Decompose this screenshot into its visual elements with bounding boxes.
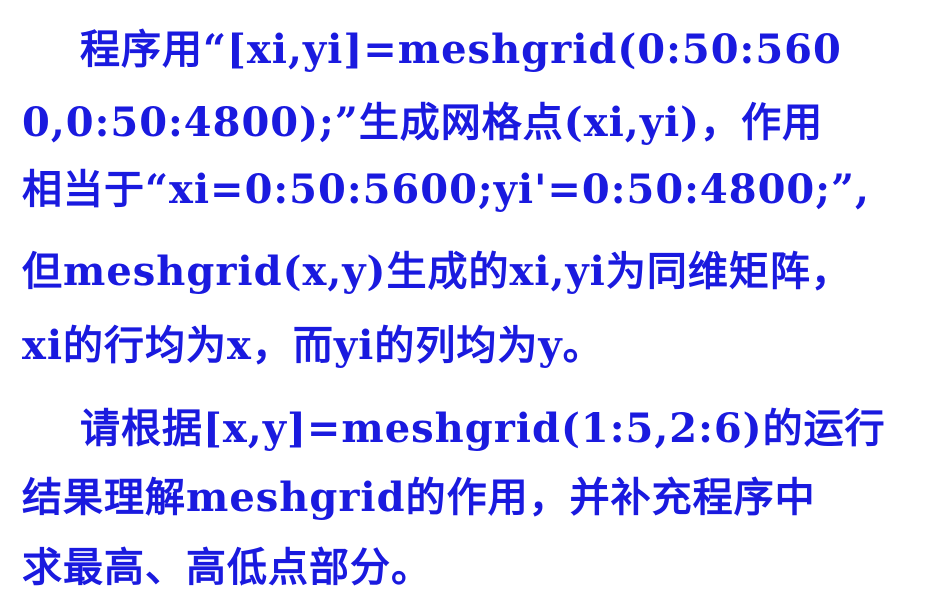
text-line: 求最高、高低点部分。 [22, 544, 432, 591]
text-line: 相当于“xi=0:50:5600;yi'=0:50:4800;”, [22, 166, 870, 213]
text-line: 结果理解meshgrid的作用，并补充程序中 [22, 474, 816, 521]
text-line: 请根据[x,y]=meshgrid(1:5,2:6)的运行 [80, 405, 886, 452]
slide: 程序用“[xi,yi]=meshgrid(0:50:560 0,0:50:480… [0, 0, 925, 607]
text-line: xi的行均为x，而yi的列均为y。 [22, 322, 604, 369]
text-line: 0,0:50:4800);”生成网格点(xi,yi)，作用 [22, 99, 824, 146]
text-line: 程序用“[xi,yi]=meshgrid(0:50:560 [80, 26, 842, 73]
text-line: 但meshgrid(x,y)生成的xi,yi为同维矩阵， [22, 248, 852, 295]
